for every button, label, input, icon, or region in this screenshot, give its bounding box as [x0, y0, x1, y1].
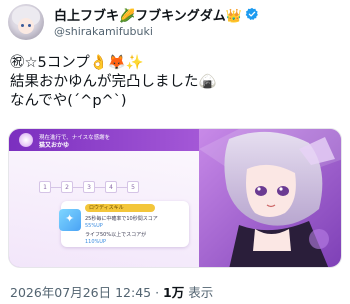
tweet-media-image[interactable]: 現在進行で、ナイスな感謝を 猫又おかゆ 1 2 3 4 5 ロウディスキル 25… [8, 128, 342, 268]
skill-line-1: 25秒毎に中確率で10秒間スコア [85, 216, 158, 222]
step-connector [51, 186, 61, 188]
step-1: 1 [39, 181, 51, 193]
skill-line-4: 110%UP [85, 239, 106, 245]
media-logo-icon [19, 133, 33, 147]
tweet-text: ㊗☆5コンプ👌🦊✨ 結果おかゆんが完凸しました🍙 なんでや(´^p^`) [10, 55, 217, 109]
author-name-row[interactable]: 白上フブキ🌽フブキングダム👑 [54, 5, 259, 24]
display-name[interactable]: 白上フブキ🌽フブキングダム👑 [54, 5, 242, 24]
skill-card-heading: ロウディスキル [85, 204, 155, 212]
step-connector [117, 186, 127, 188]
profile-avatar[interactable] [8, 4, 44, 40]
tweet-meta-row: 2026年07月26日 12:45 · 1万 表示 [10, 282, 213, 301]
step-connector [95, 186, 105, 188]
media-header-title: 猫又おかゆ [39, 142, 70, 149]
step-4: 4 [105, 181, 117, 193]
avatar-eye-left [21, 24, 24, 27]
media-step-indicator: 1 2 3 4 5 [39, 181, 139, 193]
skill-sparkle-icon [59, 209, 81, 231]
avatar-eye-right [28, 24, 31, 27]
character-illustration [199, 129, 341, 267]
step-2: 2 [61, 181, 73, 193]
step-5: 5 [127, 181, 139, 193]
step-connector [73, 186, 83, 188]
skill-line-3: ライフ50%以上でスコアが [85, 232, 147, 238]
tweet-views-count: 1万 [163, 285, 185, 300]
tweet-timestamp[interactable]: 2026年07月26日 12:45 · [10, 285, 163, 300]
verified-badge-icon [245, 7, 258, 20]
step-3: 3 [83, 181, 95, 193]
skill-line-2: 55%UP [85, 223, 103, 229]
skill-card: ロウディスキル 25秒毎に中確率で10秒間スコア 55%UP ライフ50%以上で… [59, 201, 189, 247]
tweet-views-label: 表示 [184, 285, 214, 300]
author-handle[interactable]: @shirakamifubuki [54, 25, 153, 38]
